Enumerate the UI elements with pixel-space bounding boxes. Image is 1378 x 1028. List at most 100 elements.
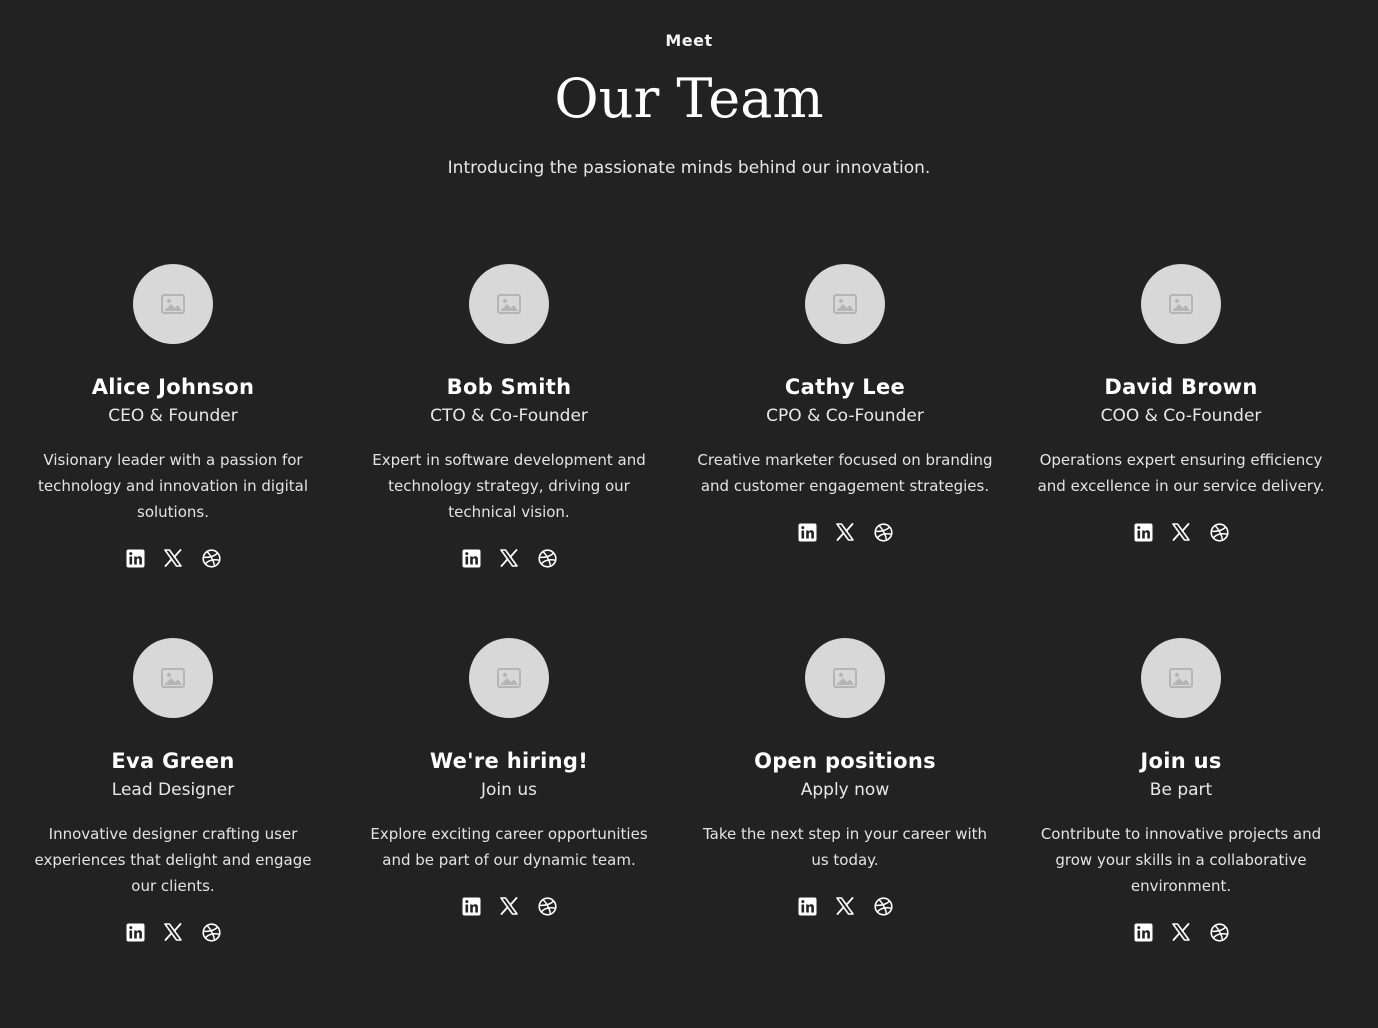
team-header: Meet Our Team Introducing the passionate… [0, 0, 1378, 180]
linkedin-link[interactable] [1133, 922, 1153, 942]
social-links [1133, 922, 1229, 942]
x-link[interactable] [163, 548, 183, 568]
dribbble-link[interactable] [1209, 922, 1229, 942]
social-links [797, 896, 893, 916]
x-icon [1172, 923, 1190, 941]
member-name: Join us [1140, 749, 1222, 773]
team-member-card: Cathy Lee CPO & Co-Founder Creative mark… [677, 264, 1013, 638]
avatar [805, 264, 885, 344]
team-member-card: Eva Green Lead Designer Innovative desig… [5, 638, 341, 1012]
member-bio: Explore exciting career opportunities an… [370, 825, 648, 869]
member-bio: Expert in software development and techn… [372, 451, 646, 521]
image-placeholder-icon [161, 294, 185, 314]
linkedin-link[interactable] [125, 548, 145, 568]
x-icon [836, 897, 854, 915]
x-icon [836, 523, 854, 541]
member-bio: Creative marketer focused on branding an… [697, 451, 993, 495]
team-member-card: Open positions Apply now Take the next s… [677, 638, 1013, 1012]
social-links [797, 522, 893, 542]
dribbble-icon [873, 522, 893, 542]
linkedin-link[interactable] [461, 896, 481, 916]
linkedin-link[interactable] [797, 896, 817, 916]
member-role: CTO & Co-Founder [430, 406, 588, 426]
member-role: Apply now [800, 780, 890, 800]
dribbble-icon [201, 548, 221, 568]
x-icon [1172, 523, 1190, 541]
linkedin-icon [1134, 923, 1153, 942]
member-role: Join us [481, 780, 537, 800]
linkedin-icon [798, 523, 817, 542]
dribbble-icon [873, 896, 893, 916]
social-links [461, 548, 557, 568]
avatar [805, 638, 885, 718]
x-link[interactable] [835, 896, 855, 916]
image-placeholder-icon [1169, 668, 1193, 688]
member-bio: Take the next step in your career with u… [702, 825, 988, 869]
member-role: COO & Co-Founder [1100, 406, 1262, 426]
x-icon [500, 549, 518, 567]
x-link[interactable] [499, 896, 519, 916]
member-role: Lead Designer [111, 780, 235, 800]
member-bio: Contribute to innovative projects and gr… [1040, 825, 1322, 895]
linkedin-icon [798, 897, 817, 916]
eyebrow-text: Meet [665, 31, 713, 50]
team-member-card: Join us Be part Contribute to innovative… [1013, 638, 1349, 1012]
team-member-card: David Brown COO & Co-Founder Operations … [1013, 264, 1349, 638]
x-link[interactable] [835, 522, 855, 542]
dribbble-link[interactable] [201, 922, 221, 942]
x-icon [164, 923, 182, 941]
image-placeholder-icon [833, 668, 857, 688]
dribbble-link[interactable] [873, 522, 893, 542]
x-link[interactable] [499, 548, 519, 568]
member-bio: Visionary leader with a passion for tech… [37, 451, 309, 521]
linkedin-link[interactable] [461, 548, 481, 568]
member-name: David Brown [1104, 375, 1258, 399]
member-bio: Operations expert ensuring efficiency an… [1037, 451, 1325, 495]
member-name: Eva Green [111, 749, 235, 773]
dribbble-icon [537, 896, 557, 916]
x-link[interactable] [1171, 522, 1191, 542]
member-name: Alice Johnson [91, 375, 255, 399]
linkedin-link[interactable] [125, 922, 145, 942]
dribbble-icon [201, 922, 221, 942]
social-links [1133, 522, 1229, 542]
avatar [469, 264, 549, 344]
linkedin-icon [462, 897, 481, 916]
member-name: We're hiring! [429, 749, 589, 773]
member-role: CPO & Co-Founder [766, 406, 924, 426]
linkedin-link[interactable] [1133, 522, 1153, 542]
member-bio: Innovative designer crafting user experi… [34, 825, 312, 895]
linkedin-icon [126, 549, 145, 568]
dribbble-link[interactable] [201, 548, 221, 568]
team-grid: Alice Johnson CEO & Founder Visionary le… [5, 264, 1349, 1012]
member-name: Open positions [754, 749, 936, 773]
image-placeholder-icon [161, 668, 185, 688]
team-page: Meet Our Team Introducing the passionate… [0, 0, 1378, 1028]
linkedin-icon [126, 923, 145, 942]
social-links [461, 896, 557, 916]
avatar [133, 264, 213, 344]
page-subtitle: Introducing the passionate minds behind … [447, 158, 931, 178]
dribbble-icon [1209, 522, 1229, 542]
linkedin-link[interactable] [797, 522, 817, 542]
x-icon [500, 897, 518, 915]
linkedin-icon [462, 549, 481, 568]
dribbble-link[interactable] [537, 548, 557, 568]
page-title: Our Team [554, 67, 824, 130]
dribbble-link[interactable] [873, 896, 893, 916]
member-role: CEO & Founder [108, 406, 238, 426]
avatar [1141, 638, 1221, 718]
team-member-card: Bob Smith CTO & Co-Founder Expert in sof… [341, 264, 677, 638]
x-link[interactable] [1171, 922, 1191, 942]
dribbble-link[interactable] [537, 896, 557, 916]
social-links [125, 922, 221, 942]
member-name: Bob Smith [446, 375, 572, 399]
social-links [125, 548, 221, 568]
image-placeholder-icon [1169, 294, 1193, 314]
image-placeholder-icon [497, 668, 521, 688]
team-member-card: We're hiring! Join us Explore exciting c… [341, 638, 677, 1012]
member-name: Cathy Lee [784, 375, 906, 399]
x-link[interactable] [163, 922, 183, 942]
dribbble-link[interactable] [1209, 522, 1229, 542]
team-member-card: Alice Johnson CEO & Founder Visionary le… [5, 264, 341, 638]
